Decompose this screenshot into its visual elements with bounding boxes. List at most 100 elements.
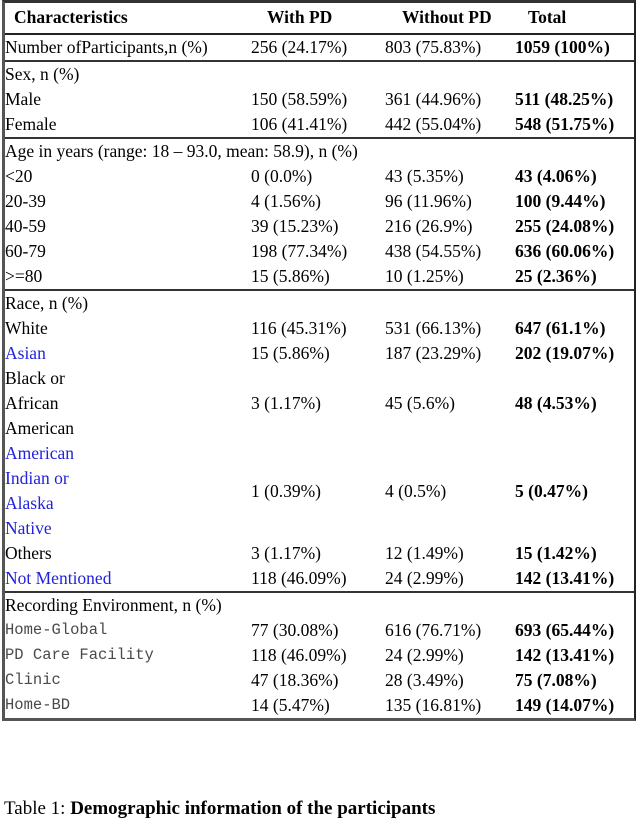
cell-without-pd: 135 (16.81%) xyxy=(385,693,515,718)
table-row: Asian 15 (5.86%) 187 (23.29%) 202 (19.07%) xyxy=(5,341,634,366)
table-row: >=80 15 (5.86%) 10 (1.25%) 25 (2.36%) xyxy=(5,264,634,290)
cell-without-pd: 216 (26.9%) xyxy=(385,214,515,239)
cell-with-pd: 150 (58.59%) xyxy=(251,87,385,112)
table-row: Not Mentioned 118 (46.09%) 24 (2.99%) 142 (… xyxy=(5,566,634,592)
cell-with-pd: 118 (46.09%) xyxy=(251,643,385,668)
demographics-table-container: Characteristics With PD Without PD Total… xyxy=(2,0,636,721)
row-label: Not Mentioned xyxy=(5,566,251,592)
cell-without-pd: 803 (75.83%) xyxy=(385,34,515,61)
cell-without-pd: 438 (54.55%) xyxy=(385,239,515,264)
cell-without-pd: 96 (11.96%) xyxy=(385,189,515,214)
row-label-line: Male xyxy=(5,89,41,109)
cell-total: 202 (19.07%) xyxy=(515,341,634,366)
cell-total: 255 (24.08%) xyxy=(515,214,634,239)
row-label-line: PD Care Facility xyxy=(5,646,154,664)
row-label-line: Not Mentioned xyxy=(5,568,112,588)
cell-total: 142 (13.41%) xyxy=(515,643,634,668)
cell-without-pd: 616 (76.71%) xyxy=(385,618,515,643)
table-body: Number ofParticipants,n (%) 256 (24.17%) 8… xyxy=(5,34,634,718)
cell-total: 75 (7.08%) xyxy=(515,668,634,693)
column-header-with-pd: With PD xyxy=(251,3,385,35)
row-label-line: White xyxy=(5,318,48,338)
row-label-line: Others xyxy=(5,543,52,563)
row-label: Asian xyxy=(5,341,251,366)
cell-with-pd: 14 (5.47%) xyxy=(251,693,385,718)
cell-total: 142 (13.41%) xyxy=(515,566,634,592)
cell-without-pd: 45 (5.6%) xyxy=(385,366,515,441)
table-header-row: Characteristics With PD Without PD Total xyxy=(5,3,634,35)
row-label-line: Home-Global xyxy=(5,621,108,639)
row-label-line: Number of xyxy=(5,37,82,57)
table-row: 60-79 198 (77.34%) 438 (54.55%) 636 (60.06%… xyxy=(5,239,634,264)
row-label: <20 xyxy=(5,164,251,189)
cell-with-pd: 3 (1.17%) xyxy=(251,366,385,441)
row-label: Home-BD xyxy=(5,693,251,718)
row-label-line: Indian or xyxy=(5,468,69,488)
row-label-line: Home-BD xyxy=(5,696,71,714)
cell-with-pd: 77 (30.08%) xyxy=(251,618,385,643)
cell-with-pd: 106 (41.41%) xyxy=(251,112,385,138)
cell-without-pd: 361 (44.96%) xyxy=(385,87,515,112)
row-label-line: Asian xyxy=(5,343,46,363)
cell-with-pd: 15 (5.86%) xyxy=(251,264,385,290)
row-label-line: >=80 xyxy=(5,266,43,286)
cell-with-pd: 15 (5.86%) xyxy=(251,341,385,366)
row-label-line: Alaska xyxy=(5,493,54,513)
table-row: Others 3 (1.17%) 12 (1.49%) 15 (1.42%) xyxy=(5,541,634,566)
cell-with-pd: 0 (0.0%) xyxy=(251,164,385,189)
table-row: Number ofParticipants,n (%) 256 (24.17%) 8… xyxy=(5,34,634,61)
cell-without-pd: 43 (5.35%) xyxy=(385,164,515,189)
group-heading-row: Sex, n (%) xyxy=(5,60,634,87)
row-label: 40-59 xyxy=(5,214,251,239)
row-label: 20-39 xyxy=(5,189,251,214)
row-label-line: Female xyxy=(5,114,57,134)
cell-with-pd: 3 (1.17%) xyxy=(251,541,385,566)
group-heading-recording-environment: Recording Environment, n (%) xyxy=(5,591,634,618)
table-row: 20-39 4 (1.56%) 96 (11.96%) 100 (9.44%) xyxy=(5,189,634,214)
row-label: White xyxy=(5,316,251,341)
row-label: Clinic xyxy=(5,668,251,693)
caption-text: Demographic information of the participa… xyxy=(70,798,436,819)
table-row: 40-59 39 (15.23%) 216 (26.9%) 255 (24.08%) xyxy=(5,214,634,239)
table-row: Clinic 47 (18.36%) 28 (3.49%) 75 (7.08%) xyxy=(5,668,634,693)
row-label: 60-79 xyxy=(5,239,251,264)
cell-total: 100 (9.44%) xyxy=(515,189,634,214)
cell-with-pd: 198 (77.34%) xyxy=(251,239,385,264)
cell-total: 5 (0.47%) xyxy=(515,441,634,541)
cell-without-pd: 28 (3.49%) xyxy=(385,668,515,693)
table-row: <20 0 (0.0%) 43 (5.35%) 43 (4.06%) xyxy=(5,164,634,189)
cell-total: 48 (4.53%) xyxy=(515,366,634,441)
cell-total: 693 (65.44%) xyxy=(515,618,634,643)
row-label-line: Clinic xyxy=(5,671,61,689)
cell-total: 25 (2.36%) xyxy=(515,264,634,290)
row-label-line: n (%) xyxy=(168,37,208,57)
cell-without-pd: 531 (66.13%) xyxy=(385,316,515,341)
table-header: Characteristics With PD Without PD Total xyxy=(5,3,634,35)
cell-with-pd: 4 (1.56%) xyxy=(251,189,385,214)
cell-without-pd: 442 (55.04%) xyxy=(385,112,515,138)
group-heading-row: Age in years (range: 18 – 93.0, mean: 58… xyxy=(5,137,634,164)
row-label: Home-Global xyxy=(5,618,251,643)
cell-without-pd: 24 (2.99%) xyxy=(385,566,515,592)
cell-total: 1059 (100%) xyxy=(515,34,634,61)
cell-total: 647 (61.1%) xyxy=(515,316,634,341)
table-row: PD Care Facility 118 (46.09%) 24 (2.99%) 14… xyxy=(5,643,634,668)
table-row: White 116 (45.31%) 531 (66.13%) 647 (61.1%) xyxy=(5,316,634,341)
page-root: Characteristics With PD Without PD Total… xyxy=(0,0,640,822)
cell-without-pd: 10 (1.25%) xyxy=(385,264,515,290)
cell-with-pd: 39 (15.23%) xyxy=(251,214,385,239)
row-label: Female xyxy=(5,112,251,138)
cell-total: 636 (60.06%) xyxy=(515,239,634,264)
cell-total: 511 (48.25%) xyxy=(515,87,634,112)
table-caption: Table 1: Demographic information of the … xyxy=(4,797,636,821)
cell-with-pd: 47 (18.36%) xyxy=(251,668,385,693)
row-label: Black or African American xyxy=(5,366,251,441)
cell-with-pd: 116 (45.31%) xyxy=(251,316,385,341)
row-label-line: American xyxy=(5,418,74,438)
row-label-line: 40-59 xyxy=(5,216,46,236)
table-row: Female 106 (41.41%) 442 (55.04%) 548 (51.75… xyxy=(5,112,634,138)
row-label-line: Native xyxy=(5,518,52,538)
cell-without-pd: 4 (0.5%) xyxy=(385,441,515,541)
cell-with-pd: 1 (0.39%) xyxy=(251,441,385,541)
group-heading-sex: Sex, n (%) xyxy=(5,60,634,87)
